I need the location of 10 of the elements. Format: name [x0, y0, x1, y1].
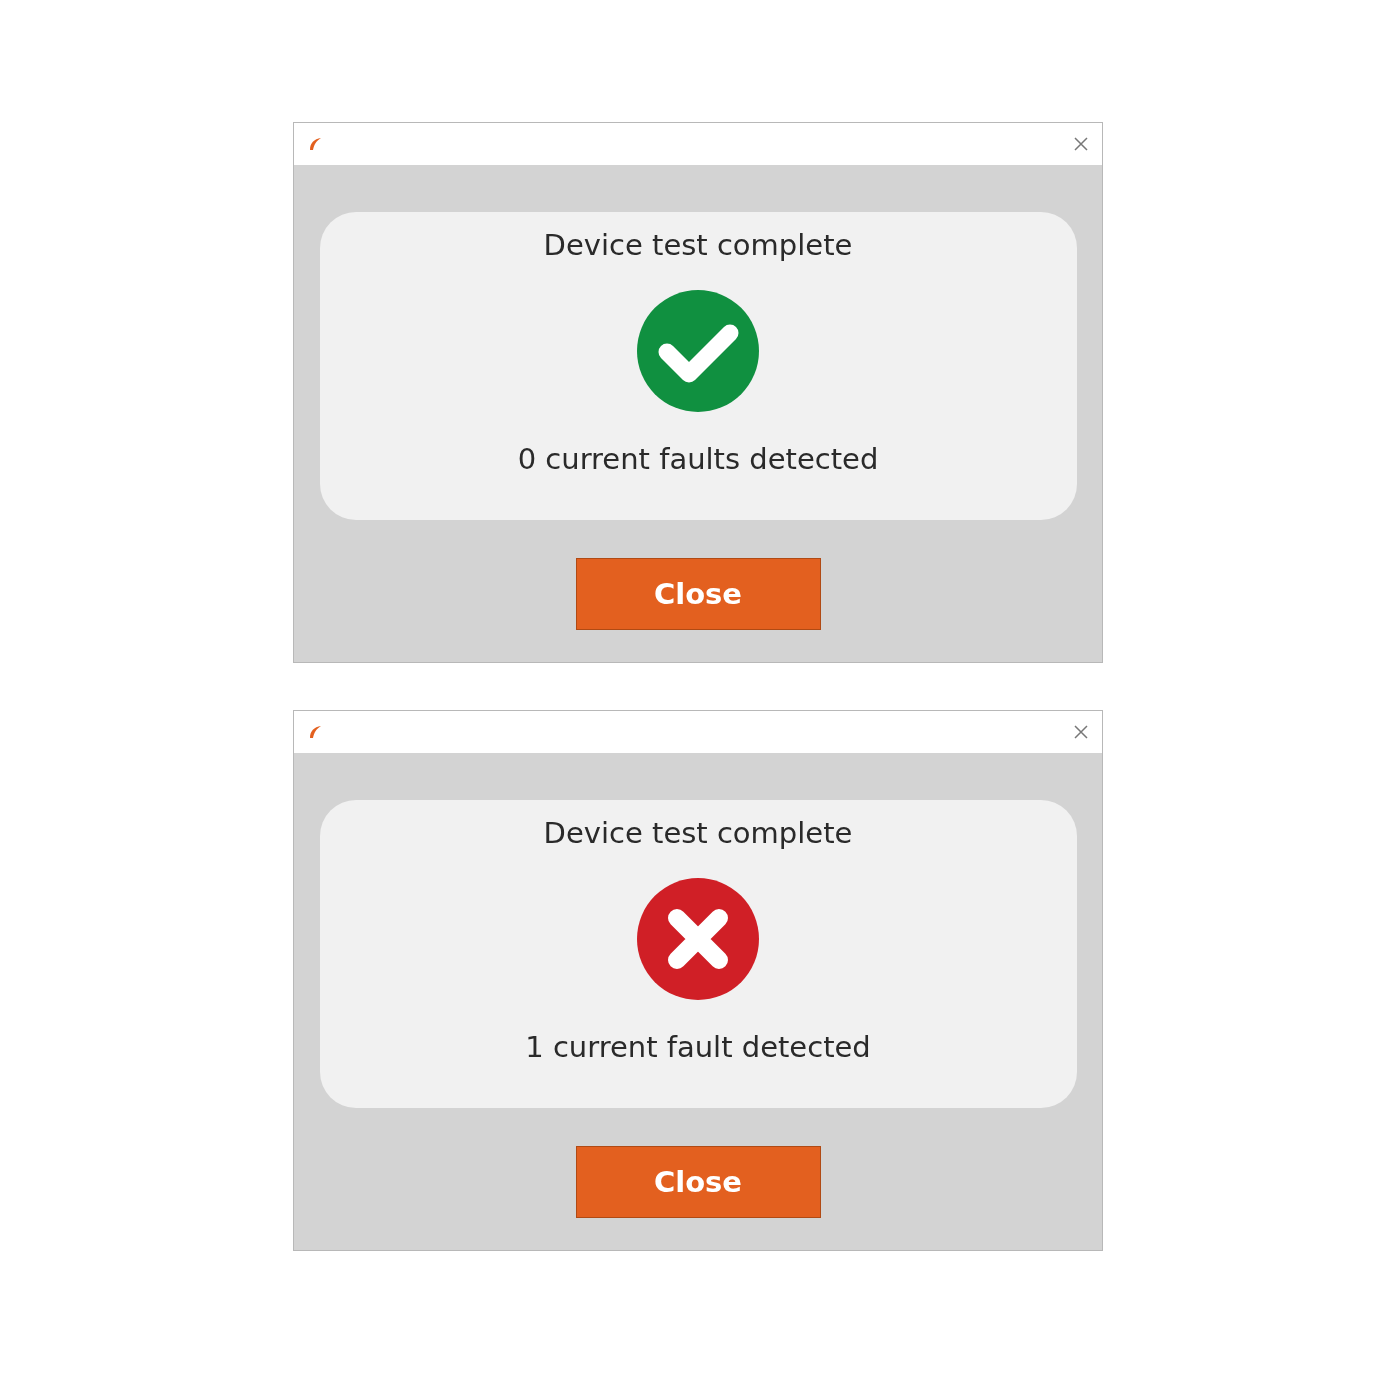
dialog-heading: Device test complete	[543, 228, 853, 262]
close-button[interactable]: Close	[575, 558, 821, 630]
dialog-heading: Device test complete	[543, 816, 853, 850]
result-message: 0 current faults detected	[517, 442, 879, 476]
close-icon[interactable]	[1074, 137, 1088, 151]
close-icon[interactable]	[1074, 725, 1088, 739]
result-message: 1 current fault detected	[525, 1030, 871, 1064]
app-icon	[308, 137, 322, 151]
app-icon	[308, 725, 322, 739]
close-button[interactable]: Close	[575, 1146, 821, 1218]
